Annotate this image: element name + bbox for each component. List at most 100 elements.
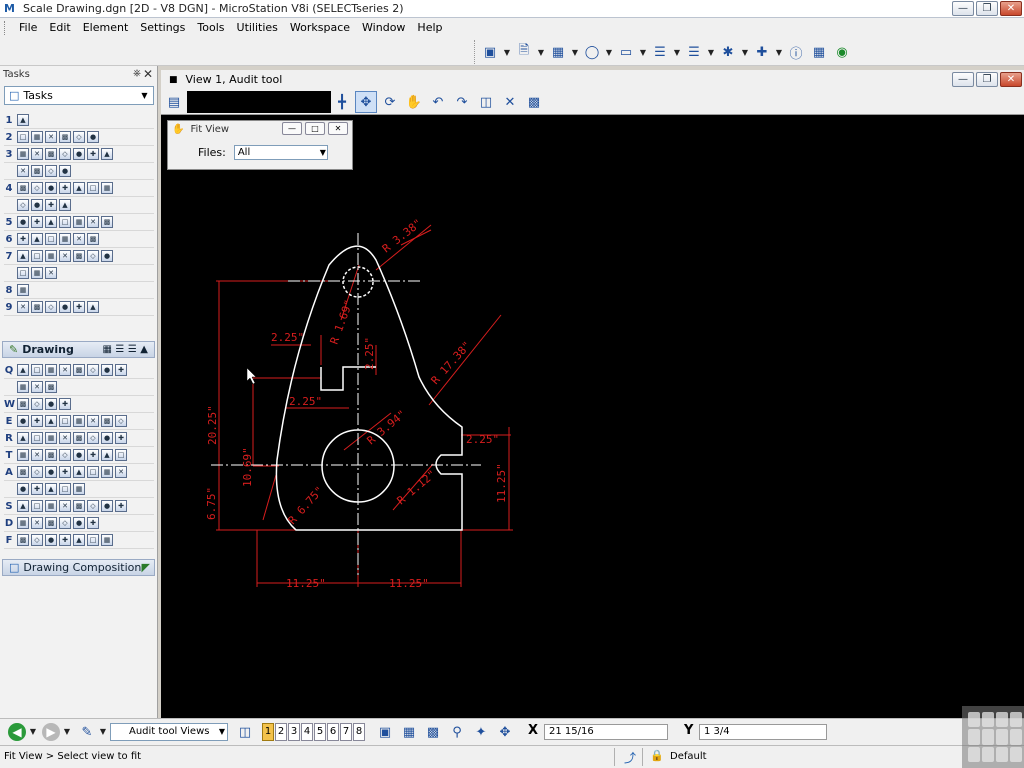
tool-button-icon[interactable]: ▲ — [17, 250, 29, 262]
drawing-tool-icon[interactable]: ▲ — [17, 364, 29, 376]
drawing-tool-icon[interactable]: ◇ — [115, 415, 127, 427]
chevron-down-icon[interactable]: ▼ — [219, 724, 225, 740]
clip-volume-icon[interactable]: ✕ — [499, 91, 521, 113]
drawing-tool-icon[interactable]: □ — [87, 466, 99, 478]
drawing-tool-icon[interactable]: ▦ — [101, 466, 113, 478]
drawing-tool-icon[interactable]: ▲ — [17, 500, 29, 512]
pin-icon[interactable]: ⎈ — [133, 68, 141, 79]
tool-button-icon[interactable]: ✕ — [45, 267, 57, 279]
drawing-tool-icon[interactable]: ✚ — [115, 432, 127, 444]
minimize-button[interactable]: — — [952, 1, 974, 16]
tool-button-icon[interactable]: ✕ — [17, 165, 29, 177]
drawing-tool-icon[interactable]: ✚ — [59, 534, 71, 546]
drawing-tool-icon[interactable]: ● — [17, 483, 29, 495]
view-6-button[interactable]: 6 — [327, 723, 339, 741]
tool-button-icon[interactable]: □ — [45, 233, 57, 245]
drawing-tool-icon[interactable]: ● — [101, 432, 113, 444]
drawing-tool-icon[interactable]: ▲ — [17, 432, 29, 444]
drawing-tool-icon[interactable]: ✚ — [115, 500, 127, 512]
microstation-app-icon[interactable]: M — [4, 2, 18, 16]
render-icon[interactable]: ✦ — [470, 721, 492, 743]
drawing-tool-icon[interactable]: ◇ — [87, 500, 99, 512]
tool-settings-dropdown-icon[interactable]: ▼ — [98, 727, 108, 736]
tool-button-icon[interactable]: ● — [59, 165, 71, 177]
chevron-down-icon[interactable]: ▼ — [138, 89, 151, 102]
y-coordinate-field[interactable]: 1 3/4 — [699, 724, 827, 740]
tool-button-icon[interactable]: ▩ — [87, 233, 99, 245]
menu-grip[interactable] — [4, 21, 7, 35]
tool-button-icon[interactable]: ▩ — [59, 131, 71, 143]
drawing-tool-icon[interactable]: ▩ — [73, 364, 85, 376]
tool-button-icon[interactable]: ✚ — [73, 301, 85, 313]
drawing-tool-icon[interactable]: ✕ — [31, 449, 43, 461]
dropdown-arrow-icon[interactable]: ▼ — [706, 48, 716, 57]
rotate-view-icon[interactable]: ⟳ — [379, 91, 401, 113]
tool-button-icon[interactable]: ● — [45, 182, 57, 194]
tool-button-icon[interactable]: ▲ — [17, 114, 29, 126]
view-groups-icon[interactable]: ◫ — [234, 721, 256, 743]
models-icon[interactable]: ▦ — [547, 41, 569, 63]
drawing-tool-icon[interactable]: ◇ — [87, 432, 99, 444]
menu-element[interactable]: Element — [77, 18, 135, 38]
drawing-tool-icon[interactable]: ✕ — [59, 432, 71, 444]
dropdown-arrow-icon[interactable]: ▼ — [672, 48, 682, 57]
tool-button-icon[interactable]: ▩ — [31, 301, 43, 313]
lock-icon[interactable]: 🔒 — [650, 749, 664, 762]
menu-window[interactable]: Window — [356, 18, 411, 38]
view-1-button[interactable]: 1 — [262, 723, 274, 741]
fit-view-maximize-button[interactable]: □ — [305, 122, 325, 135]
drawing-tool-icon[interactable]: ▩ — [45, 381, 57, 393]
chevron-down-icon[interactable]: ▼ — [320, 146, 326, 159]
fit-view-minimize-button[interactable]: — — [282, 122, 302, 135]
drawing-tool-icon[interactable]: ● — [101, 364, 113, 376]
level-manager-icon[interactable]: ☰ — [683, 41, 705, 63]
dropdown-arrow-icon[interactable]: ▼ — [536, 48, 546, 57]
fit-view-icon[interactable]: ✥ — [355, 91, 377, 113]
drawing-tool-icon[interactable]: ◇ — [31, 466, 43, 478]
display-style-icon[interactable]: ▩ — [523, 91, 545, 113]
drawing-tool-icon[interactable]: ▦ — [45, 364, 57, 376]
bentley-globe-icon[interactable]: ◉ — [831, 41, 853, 63]
view-2-button[interactable]: 2 — [275, 723, 287, 741]
drawing-tool-icon[interactable]: □ — [31, 500, 43, 512]
view-3-button[interactable]: 3 — [288, 723, 300, 741]
drawing-tool-icon[interactable]: ✕ — [59, 500, 71, 512]
tool-button-icon[interactable]: ▲ — [87, 301, 99, 313]
tool-button-icon[interactable]: ◇ — [31, 182, 43, 194]
cube-view-icon[interactable]: ▣ — [374, 721, 396, 743]
drawing-tool-icon[interactable]: ▦ — [17, 381, 29, 393]
tool-button-icon[interactable]: ▦ — [59, 233, 71, 245]
drawing-tool-icon[interactable]: ◇ — [59, 517, 71, 529]
drawing-tool-icon[interactable]: ✚ — [59, 466, 71, 478]
tool-button-icon[interactable]: ✚ — [17, 233, 29, 245]
tool-button-icon[interactable]: ✚ — [59, 182, 71, 194]
tool-button-icon[interactable]: ◇ — [87, 250, 99, 262]
active-level[interactable]: Default — [670, 751, 707, 762]
tool-button-icon[interactable]: ▲ — [45, 216, 57, 228]
raster-manager-icon[interactable]: ◯ — [581, 41, 603, 63]
forward-icon[interactable]: ▶ — [42, 723, 60, 741]
menu-edit[interactable]: Edit — [43, 18, 76, 38]
view-previous-icon[interactable]: ↶ — [427, 91, 449, 113]
tool-button-icon[interactable]: ◇ — [59, 148, 71, 160]
drawing-tool-icon[interactable]: □ — [59, 415, 71, 427]
tool-button-icon[interactable]: □ — [87, 182, 99, 194]
drawing-tool-icon[interactable]: □ — [115, 449, 127, 461]
tool-button-icon[interactable]: ▦ — [31, 131, 43, 143]
menu-settings[interactable]: Settings — [134, 18, 191, 38]
new-file-icon[interactable]: 🗎 — [513, 41, 535, 63]
accudraw-icon[interactable]: ✱ — [717, 41, 739, 63]
tool-button-icon[interactable]: ✕ — [87, 216, 99, 228]
menu-workspace[interactable]: Workspace — [284, 18, 356, 38]
tool-button-icon[interactable]: ▲ — [59, 199, 71, 211]
tool-button-icon[interactable]: ▲ — [73, 182, 85, 194]
tool-button-icon[interactable]: ● — [101, 250, 113, 262]
drawing-tool-icon[interactable]: ◇ — [87, 364, 99, 376]
view-8-button[interactable]: 8 — [353, 723, 365, 741]
menu-utilities[interactable]: Utilities — [231, 18, 284, 38]
attach-tools-icon[interactable]: ✚ — [751, 41, 773, 63]
drawing-tool-icon[interactable]: ✚ — [87, 449, 99, 461]
info-icon[interactable]: ⓘ — [785, 41, 807, 63]
dropdown-arrow-icon[interactable]: ▼ — [740, 48, 750, 57]
back-icon[interactable]: ◀ — [8, 723, 26, 741]
